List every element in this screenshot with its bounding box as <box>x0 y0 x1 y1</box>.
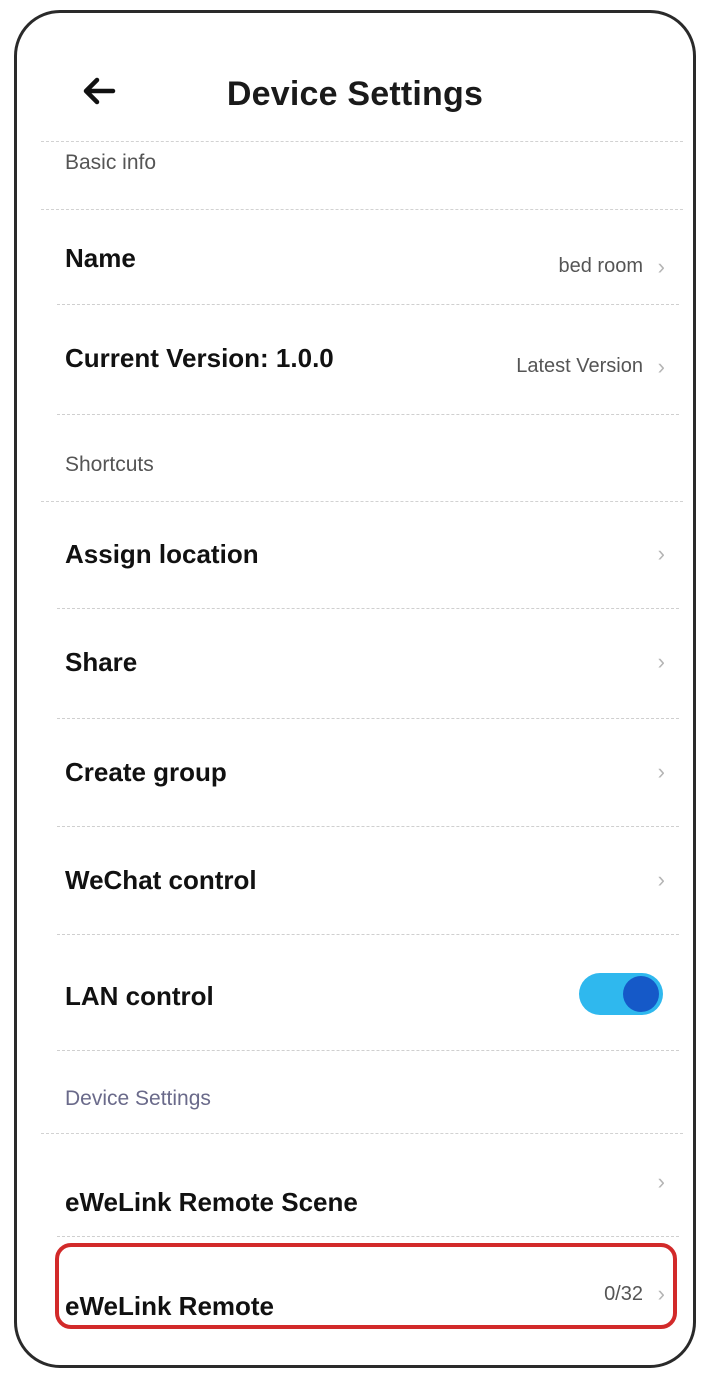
name-label: Name <box>65 243 136 273</box>
remote-scene-label: eWeLink Remote Scene <box>65 1187 358 1217</box>
section-header-device-settings: Device Settings <box>65 1087 211 1110</box>
row-wechat-control[interactable]: WeChat control › <box>57 827 679 935</box>
row-current-version[interactable]: Current Version: 1.0.0 Latest Version › <box>57 305 679 415</box>
row-share[interactable]: Share › <box>57 609 679 719</box>
row-ewelink-remote-scene[interactable]: eWeLink Remote Scene › <box>57 1133 679 1237</box>
name-value: bed room <box>558 255 644 277</box>
row-assign-location[interactable]: Assign location › <box>57 501 679 609</box>
share-label: Share <box>65 647 138 677</box>
chevron-right-icon: › <box>657 1169 665 1194</box>
row-lan-control: LAN control <box>57 935 679 1051</box>
toggle-knob <box>623 976 659 1012</box>
wechat-control-label: WeChat control <box>65 865 257 895</box>
chevron-right-icon: › <box>657 649 665 674</box>
chevron-right-icon: › <box>657 354 665 379</box>
header: Device Settings <box>17 13 693 138</box>
chevron-right-icon: › <box>657 254 665 279</box>
section-header-basic-info: Basic info <box>65 151 157 174</box>
create-group-label: Create group <box>65 757 227 787</box>
highlight-box <box>55 1243 677 1329</box>
page-title: Device Settings <box>226 75 484 113</box>
lan-control-label: LAN control <box>65 981 214 1011</box>
row-name[interactable]: Name bed room › <box>57 209 679 305</box>
lan-control-toggle[interactable] <box>579 973 663 1015</box>
chevron-right-icon: › <box>657 541 665 566</box>
version-status: Latest Version <box>516 355 643 377</box>
section-header-shortcuts: Shortcuts <box>65 453 154 476</box>
chevron-right-icon: › <box>657 867 665 892</box>
phone-frame: Device Settings Basic info Name bed room… <box>14 10 696 1368</box>
row-create-group[interactable]: Create group › <box>57 719 679 827</box>
divider <box>41 141 683 142</box>
assign-location-label: Assign location <box>65 539 259 569</box>
version-label: Current Version: 1.0.0 <box>65 343 334 373</box>
chevron-right-icon: › <box>657 759 665 784</box>
